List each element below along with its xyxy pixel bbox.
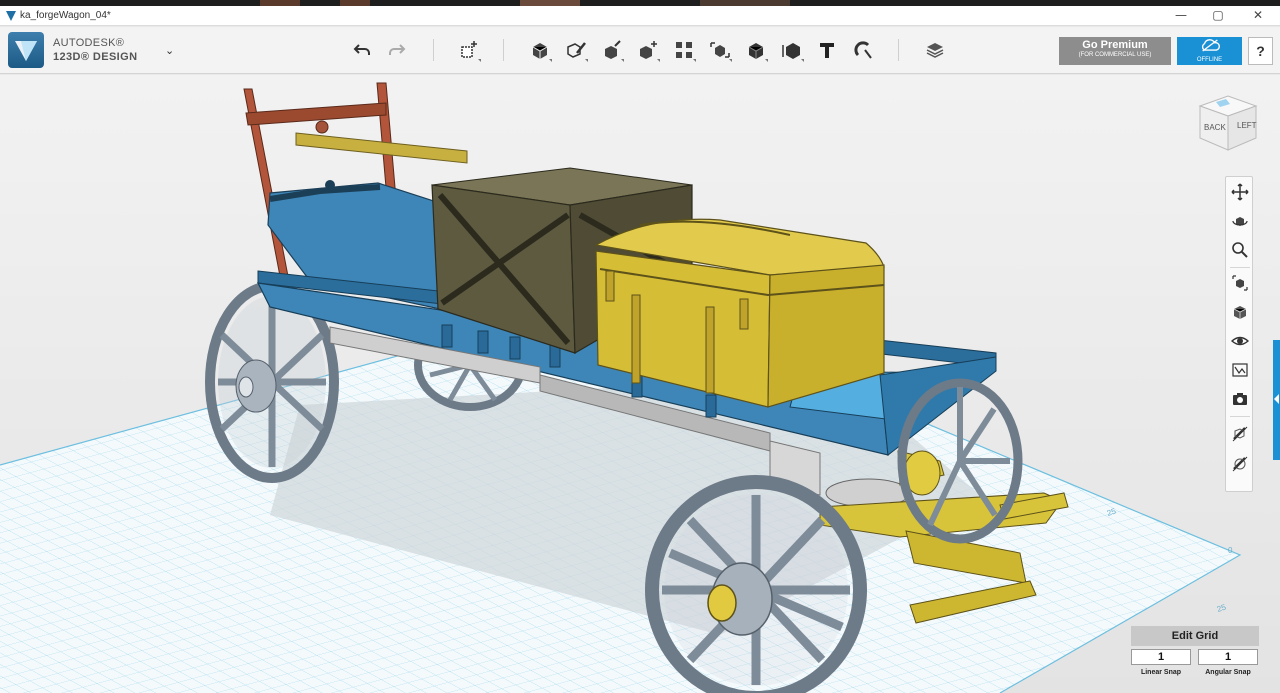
measure-button[interactable] — [779, 37, 805, 63]
fit-icon — [1232, 275, 1248, 291]
grouping-button[interactable] — [707, 37, 733, 63]
go-premium-button[interactable]: Go Premium (FOR COMMERCIAL USE) — [1059, 37, 1171, 65]
hide-sketch-button[interactable] — [1229, 423, 1251, 445]
measure-icon — [782, 43, 800, 59]
minimize-button[interactable]: — — [1164, 7, 1198, 24]
zoom-button[interactable] — [1229, 239, 1251, 261]
snap-icon — [854, 41, 872, 59]
grid-label: 0 — [1228, 546, 1233, 555]
side-panel-toggle[interactable] — [1273, 340, 1280, 460]
offline-button[interactable]: OFFLINE — [1177, 37, 1242, 65]
hide-mesh-button[interactable] — [1229, 453, 1251, 475]
pan-button[interactable] — [1229, 181, 1251, 203]
cloud-offline-icon — [1201, 39, 1220, 52]
hide-mesh-icon — [1232, 456, 1248, 472]
camera-icon — [1233, 393, 1247, 405]
navigation-toolbar — [1225, 176, 1253, 492]
orbit-icon — [1232, 217, 1248, 226]
combine-icon — [748, 43, 764, 59]
pattern-button[interactable] — [671, 37, 697, 63]
screenshot-button[interactable] — [1229, 388, 1251, 410]
undo-icon — [353, 44, 370, 55]
app-header: AUTODESK® 123D® DESIGN ⌄ Go Premium (FOR… — [0, 27, 1280, 74]
perspective-button[interactable] — [1229, 301, 1251, 323]
construct-icon — [605, 40, 621, 59]
linear-snap-label: Linear Snap — [1140, 669, 1182, 676]
material-button[interactable] — [922, 37, 948, 63]
transform-button[interactable] — [456, 37, 482, 63]
angular-snap-input[interactable]: 1 — [1198, 649, 1258, 665]
close-button[interactable]: ✕ — [1241, 7, 1275, 24]
maximize-button[interactable]: ▢ — [1201, 7, 1235, 24]
text-button[interactable] — [814, 37, 840, 63]
app-logo-icon — [6, 11, 16, 21]
hide-sketch-icon — [1232, 426, 1248, 442]
linear-snap-input[interactable]: 1 — [1131, 649, 1191, 665]
combine-button[interactable] — [743, 37, 769, 63]
materials-outlines-button[interactable] — [1229, 359, 1251, 381]
view-cube[interactable]: BACK LEFT — [1196, 92, 1260, 154]
perspective-icon — [1233, 306, 1247, 319]
product-name: 123D® DESIGN — [53, 51, 138, 63]
primitives-icon — [532, 43, 548, 59]
redo-button[interactable] — [384, 37, 410, 63]
title-bar: ka_forgeWagon_04* — ▢ ✕ — [0, 6, 1280, 26]
viewcube-back-label: BACK — [1204, 123, 1226, 132]
offline-label: OFFLINE — [1196, 57, 1223, 63]
angular-snap-label: Angular Snap — [1205, 669, 1251, 676]
app-window: ka_forgeWagon_04* — ▢ ✕ AUTODESK® 123D® … — [0, 0, 1280, 693]
chevron-left-icon — [1274, 394, 1279, 404]
modify-icon — [640, 41, 657, 59]
eye-icon — [1231, 336, 1249, 346]
pattern-icon — [676, 42, 692, 58]
zoom-icon — [1232, 242, 1248, 258]
premium-subtitle: (FOR COMMERCIAL USE) — [1078, 52, 1152, 58]
edit-grid-button[interactable]: Edit Grid — [1131, 626, 1259, 646]
sketch-button[interactable] — [563, 37, 589, 63]
brand-name: AUTODESK® — [53, 37, 125, 49]
material-icon — [926, 43, 944, 58]
yellow-chest[interactable] — [594, 218, 885, 408]
primitives-button[interactable] — [527, 37, 553, 63]
premium-title: Go Premium — [1082, 39, 1148, 51]
orbit-button[interactable] — [1229, 210, 1251, 232]
3d-viewport[interactable]: 25 25 0 BACK LEFT Edit Grid 1 1 Linear S… — [0, 75, 1280, 693]
autodesk-logo-icon — [8, 32, 44, 68]
viewcube-left-label: LEFT — [1237, 121, 1257, 130]
pan-icon — [1231, 183, 1249, 201]
construct-button[interactable] — [599, 37, 625, 63]
undo-button[interactable] — [349, 37, 375, 63]
fit-button[interactable] — [1229, 272, 1251, 294]
materials-icon — [1232, 363, 1248, 377]
visibility-button[interactable] — [1229, 330, 1251, 352]
wheel-front-left[interactable] — [645, 475, 867, 693]
wagon-model-scene[interactable]: 25 25 0 — [0, 75, 1280, 693]
grouping-icon — [710, 42, 730, 58]
transform-icon — [461, 41, 477, 58]
redo-icon — [389, 44, 406, 55]
help-button[interactable]: ? — [1248, 37, 1273, 65]
modify-button[interactable] — [635, 37, 661, 63]
window-title: ka_forgeWagon_04* — [20, 10, 111, 21]
snap-button[interactable] — [850, 37, 876, 63]
app-menu-chevron-icon[interactable]: ⌄ — [165, 44, 174, 57]
text-icon — [820, 43, 834, 58]
sketch-icon — [567, 42, 586, 58]
